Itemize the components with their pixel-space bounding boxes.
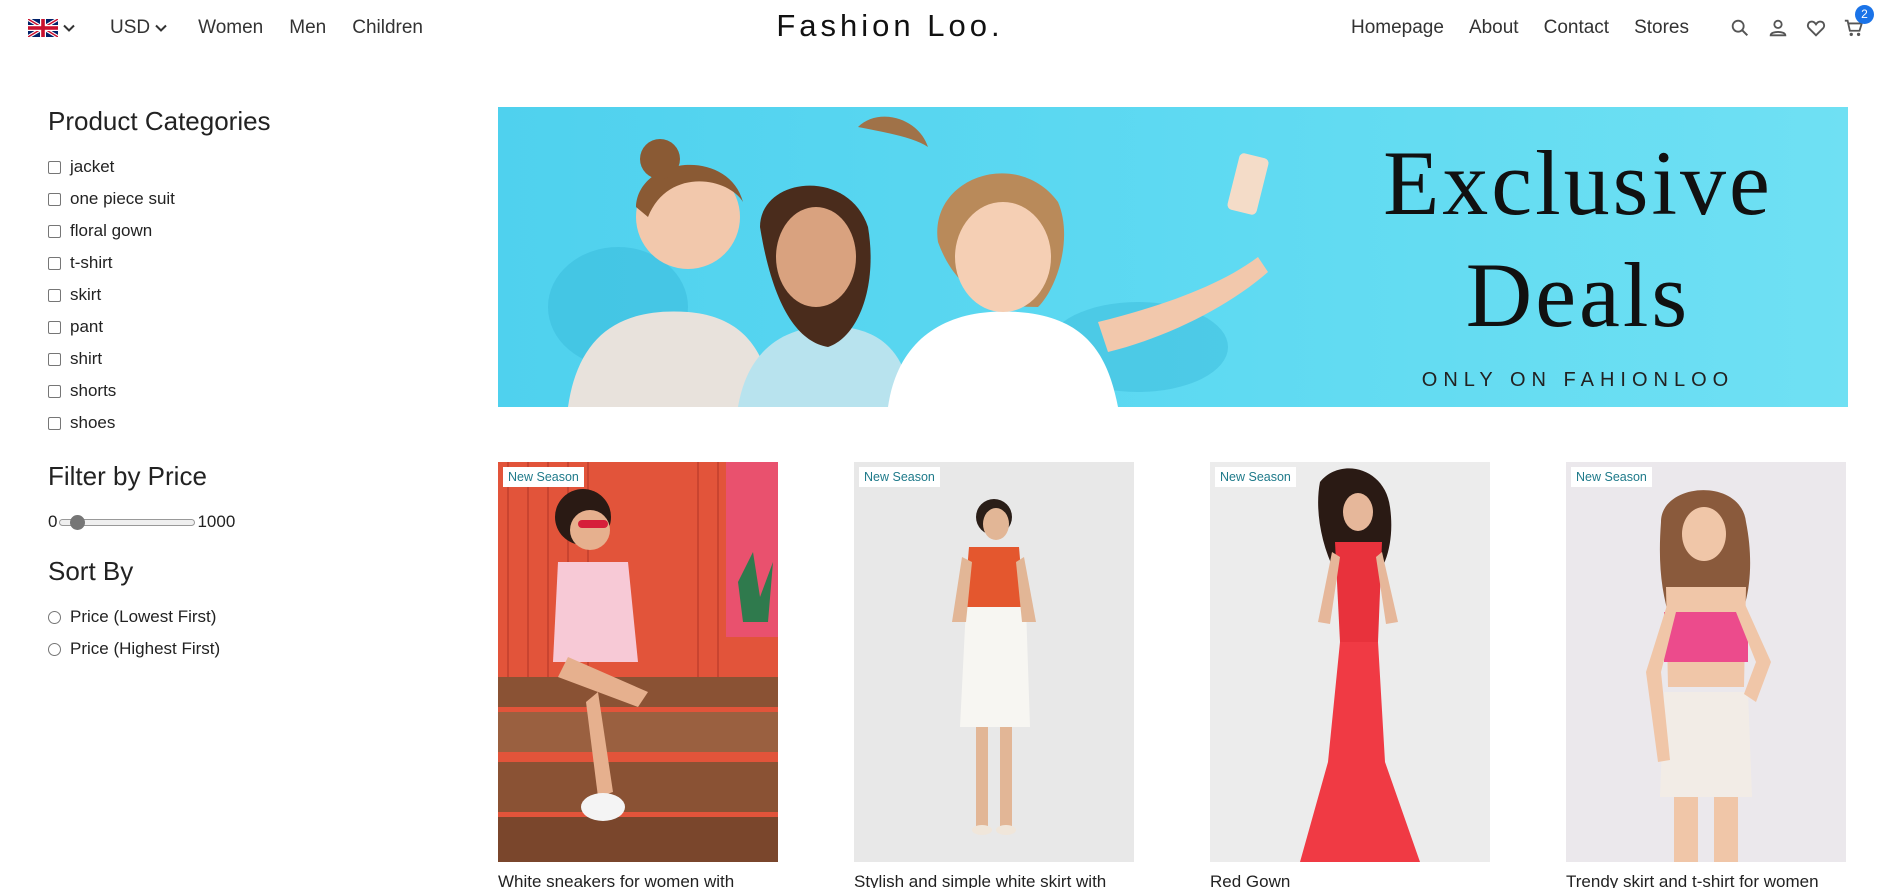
cart-button[interactable]: 2 bbox=[1842, 5, 1874, 40]
category-item-jacket[interactable]: jacket bbox=[48, 151, 388, 183]
top-navbar: USD Women Men Children Fashion Loo. Home… bbox=[0, 0, 1894, 56]
category-item-t-shirt[interactable]: t-shirt bbox=[48, 247, 388, 279]
heart-icon bbox=[1806, 20, 1826, 37]
banner-subtitle: ONLY ON FAHIONLOO bbox=[1421, 369, 1735, 391]
product-card[interactable]: New Season Stylish and simple white skir… bbox=[854, 462, 1134, 888]
product-image[interactable]: New Season bbox=[1566, 462, 1846, 862]
price-slider[interactable] bbox=[59, 515, 196, 530]
category-label: jacket bbox=[70, 157, 115, 176]
category-checkbox[interactable] bbox=[48, 160, 61, 174]
product-title[interactable]: White sneakers for women with bbox=[498, 872, 778, 888]
product-photo-white-skirt bbox=[854, 462, 1134, 862]
category-item-shoes[interactable]: shoes bbox=[48, 407, 388, 439]
category-checkbox[interactable] bbox=[48, 384, 61, 398]
category-checkbox[interactable] bbox=[48, 288, 61, 302]
cart-count-badge: 2 bbox=[1855, 5, 1874, 24]
banner-headline-line2: Deals bbox=[1465, 244, 1691, 346]
sort-label: Price (Lowest First) bbox=[70, 607, 217, 626]
category-checkbox[interactable] bbox=[48, 416, 61, 430]
sort-options: Price (Lowest First) Price (Highest Firs… bbox=[48, 601, 388, 665]
category-checkbox[interactable] bbox=[48, 192, 61, 206]
category-label: shorts bbox=[70, 381, 117, 400]
sort-option-lowest[interactable]: Price (Lowest First) bbox=[48, 601, 388, 633]
category-item-floral-gown[interactable]: floral gown bbox=[48, 215, 388, 247]
price-min-label: 0 bbox=[48, 512, 58, 531]
sort-heading: Sort By bbox=[48, 556, 134, 586]
banner-photo bbox=[548, 116, 1269, 407]
product-photo-sneakers bbox=[498, 462, 778, 862]
nav-link-stores[interactable]: Stores bbox=[1634, 17, 1689, 39]
filter-sidebar: Product Categories jacket one piece suit… bbox=[48, 106, 388, 665]
new-season-badge: New Season bbox=[1215, 467, 1296, 487]
product-image[interactable]: New Season bbox=[498, 462, 778, 862]
category-checkbox[interactable] bbox=[48, 352, 61, 366]
nav-right-group: Homepage About Contact Stores 2 bbox=[1351, 0, 1874, 56]
category-item-skirt[interactable]: skirt bbox=[48, 279, 388, 311]
product-card[interactable]: New Season Red Gown bbox=[1210, 462, 1490, 888]
banner-headline-line1: Exclusive bbox=[1383, 132, 1773, 234]
sort-label: Price (Highest First) bbox=[70, 639, 221, 658]
category-item-shirt[interactable]: shirt bbox=[48, 343, 388, 375]
category-item-shorts[interactable]: shorts bbox=[48, 375, 388, 407]
category-item-pant[interactable]: pant bbox=[48, 311, 388, 343]
new-season-badge: New Season bbox=[859, 467, 940, 487]
category-checkbox[interactable] bbox=[48, 256, 61, 270]
sort-radio[interactable] bbox=[48, 610, 61, 624]
new-season-badge: New Season bbox=[1571, 467, 1652, 487]
category-list: jacket one piece suit floral gown t-shir… bbox=[48, 151, 388, 439]
new-season-badge: New Season bbox=[503, 467, 584, 487]
search-icon bbox=[1731, 19, 1749, 37]
product-card[interactable]: New Season White sneakers for women with bbox=[498, 462, 778, 888]
product-photo-red-gown bbox=[1210, 462, 1490, 862]
category-label: shirt bbox=[70, 349, 103, 368]
price-filter: 0 1000 bbox=[48, 510, 388, 534]
user-icon bbox=[1769, 19, 1787, 37]
product-photo-skirt-tshirt bbox=[1566, 462, 1846, 862]
product-image[interactable]: New Season bbox=[854, 462, 1134, 862]
price-filter-heading: Filter by Price bbox=[48, 461, 207, 491]
search-button[interactable] bbox=[1728, 16, 1752, 40]
slider-handle[interactable] bbox=[70, 515, 86, 530]
nav-link-about[interactable]: About bbox=[1469, 17, 1519, 39]
category-label: skirt bbox=[70, 285, 102, 304]
category-checkbox[interactable] bbox=[48, 320, 61, 334]
category-checkbox[interactable] bbox=[48, 224, 61, 238]
category-label: floral gown bbox=[70, 221, 153, 240]
product-image[interactable]: New Season bbox=[1210, 462, 1490, 862]
category-label: pant bbox=[70, 317, 104, 336]
sort-option-highest[interactable]: Price (Highest First) bbox=[48, 633, 388, 665]
product-title[interactable]: Stylish and simple white skirt with bbox=[854, 872, 1134, 888]
product-title[interactable]: Red Gown bbox=[1210, 872, 1490, 888]
nav-link-contact[interactable]: Contact bbox=[1544, 17, 1609, 39]
category-label: shoes bbox=[70, 413, 116, 432]
promo-banner[interactable]: Exclusive Deals ONLY ON FAHIONLOO bbox=[498, 107, 1848, 407]
product-title[interactable]: Trendy skirt and t-shirt for women bbox=[1566, 872, 1846, 888]
product-card[interactable]: New Season Trendy skirt and t-shirt for … bbox=[1566, 462, 1846, 888]
wishlist-button[interactable] bbox=[1804, 16, 1828, 40]
nav-link-homepage[interactable]: Homepage bbox=[1351, 17, 1444, 39]
account-button[interactable] bbox=[1766, 16, 1790, 40]
category-item-one-piece-suit[interactable]: one piece suit bbox=[48, 183, 388, 215]
product-grid: New Season White sneakers for women with… bbox=[498, 462, 1848, 888]
categories-heading: Product Categories bbox=[48, 106, 271, 136]
sort-radio[interactable] bbox=[48, 642, 61, 656]
category-label: one piece suit bbox=[70, 189, 175, 208]
price-max-label: 1000 bbox=[197, 512, 236, 531]
banner-headline: Exclusive Deals bbox=[1318, 127, 1838, 351]
category-label: t-shirt bbox=[70, 253, 113, 272]
